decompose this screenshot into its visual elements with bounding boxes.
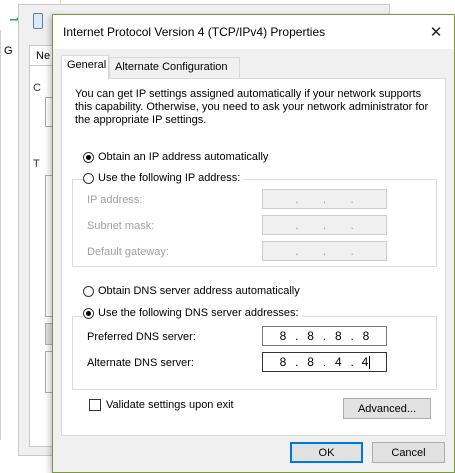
radio-obtain-ip-auto[interactable]: Obtain an IP address automatically [83, 151, 272, 163]
close-icon: ✕ [429, 24, 443, 41]
radio-use-following-ip[interactable]: Use the following IP address: [83, 172, 244, 184]
preferred-dns-input[interactable]: 8. 8. 8. 8 [262, 326, 387, 346]
validate-settings-label: Validate settings upon exit [106, 399, 234, 411]
tab-alternate-configuration[interactable]: Alternate Configuration [109, 57, 240, 79]
dialog-title: Internet Protocol Version 4 (TCP/IPv4) P… [63, 25, 326, 39]
background-label: T [33, 158, 40, 170]
validate-settings-checkbox[interactable] [89, 399, 101, 411]
subnet-mask-label: Subnet mask: [87, 220, 155, 232]
radio-label: Use the following DNS server addresses: [98, 307, 299, 319]
text-caret [369, 356, 371, 370]
radio-button-checked[interactable] [83, 307, 94, 319]
network-adapter-icon [33, 13, 43, 29]
ok-button[interactable]: OK [290, 442, 363, 463]
radio-button[interactable] [83, 285, 94, 297]
validate-settings-checkbox-row[interactable]: Validate settings upon exit [89, 399, 234, 411]
preferred-dns-label: Preferred DNS server: [87, 331, 196, 343]
title-bar: Internet Protocol Version 4 (TCP/IPv4) P… [53, 15, 454, 49]
radio-button-checked[interactable] [83, 151, 94, 163]
subnet-mask-input: . . . [262, 215, 387, 235]
alternate-dns-label: Alternate DNS server: [87, 357, 194, 369]
radio-obtain-dns-auto[interactable]: Obtain DNS server address automatically [83, 285, 303, 297]
radio-label: Use the following IP address: [98, 172, 241, 184]
radio-label: Obtain DNS server address automatically [98, 285, 300, 297]
background-label: C [33, 82, 41, 94]
general-panel: You can get IP settings assigned automat… [61, 78, 446, 436]
advanced-button[interactable]: Advanced... [343, 398, 431, 419]
ipv4-properties-dialog: Internet Protocol Version 4 (TCP/IPv4) P… [52, 14, 455, 473]
ip-address-label: IP address: [87, 194, 143, 206]
close-button[interactable]: ✕ [418, 15, 454, 49]
radio-button[interactable] [83, 172, 94, 184]
window-edge [0, 30, 1, 440]
default-gateway-input: . . . [262, 241, 387, 261]
radio-label: Obtain an IP address automatically [98, 151, 269, 163]
intro-text: You can get IP settings assigned automat… [75, 88, 429, 126]
background-tab-label: G [4, 45, 13, 57]
alternate-dns-input[interactable]: 8. 8. 4. 4 [262, 352, 387, 372]
tab-general[interactable]: General [61, 55, 109, 80]
radio-use-following-dns[interactable]: Use the following DNS server addresses: [83, 307, 302, 319]
cancel-button[interactable]: Cancel [372, 442, 445, 463]
ip-address-input: . . . [262, 189, 387, 209]
default-gateway-label: Default gateway: [87, 246, 169, 258]
